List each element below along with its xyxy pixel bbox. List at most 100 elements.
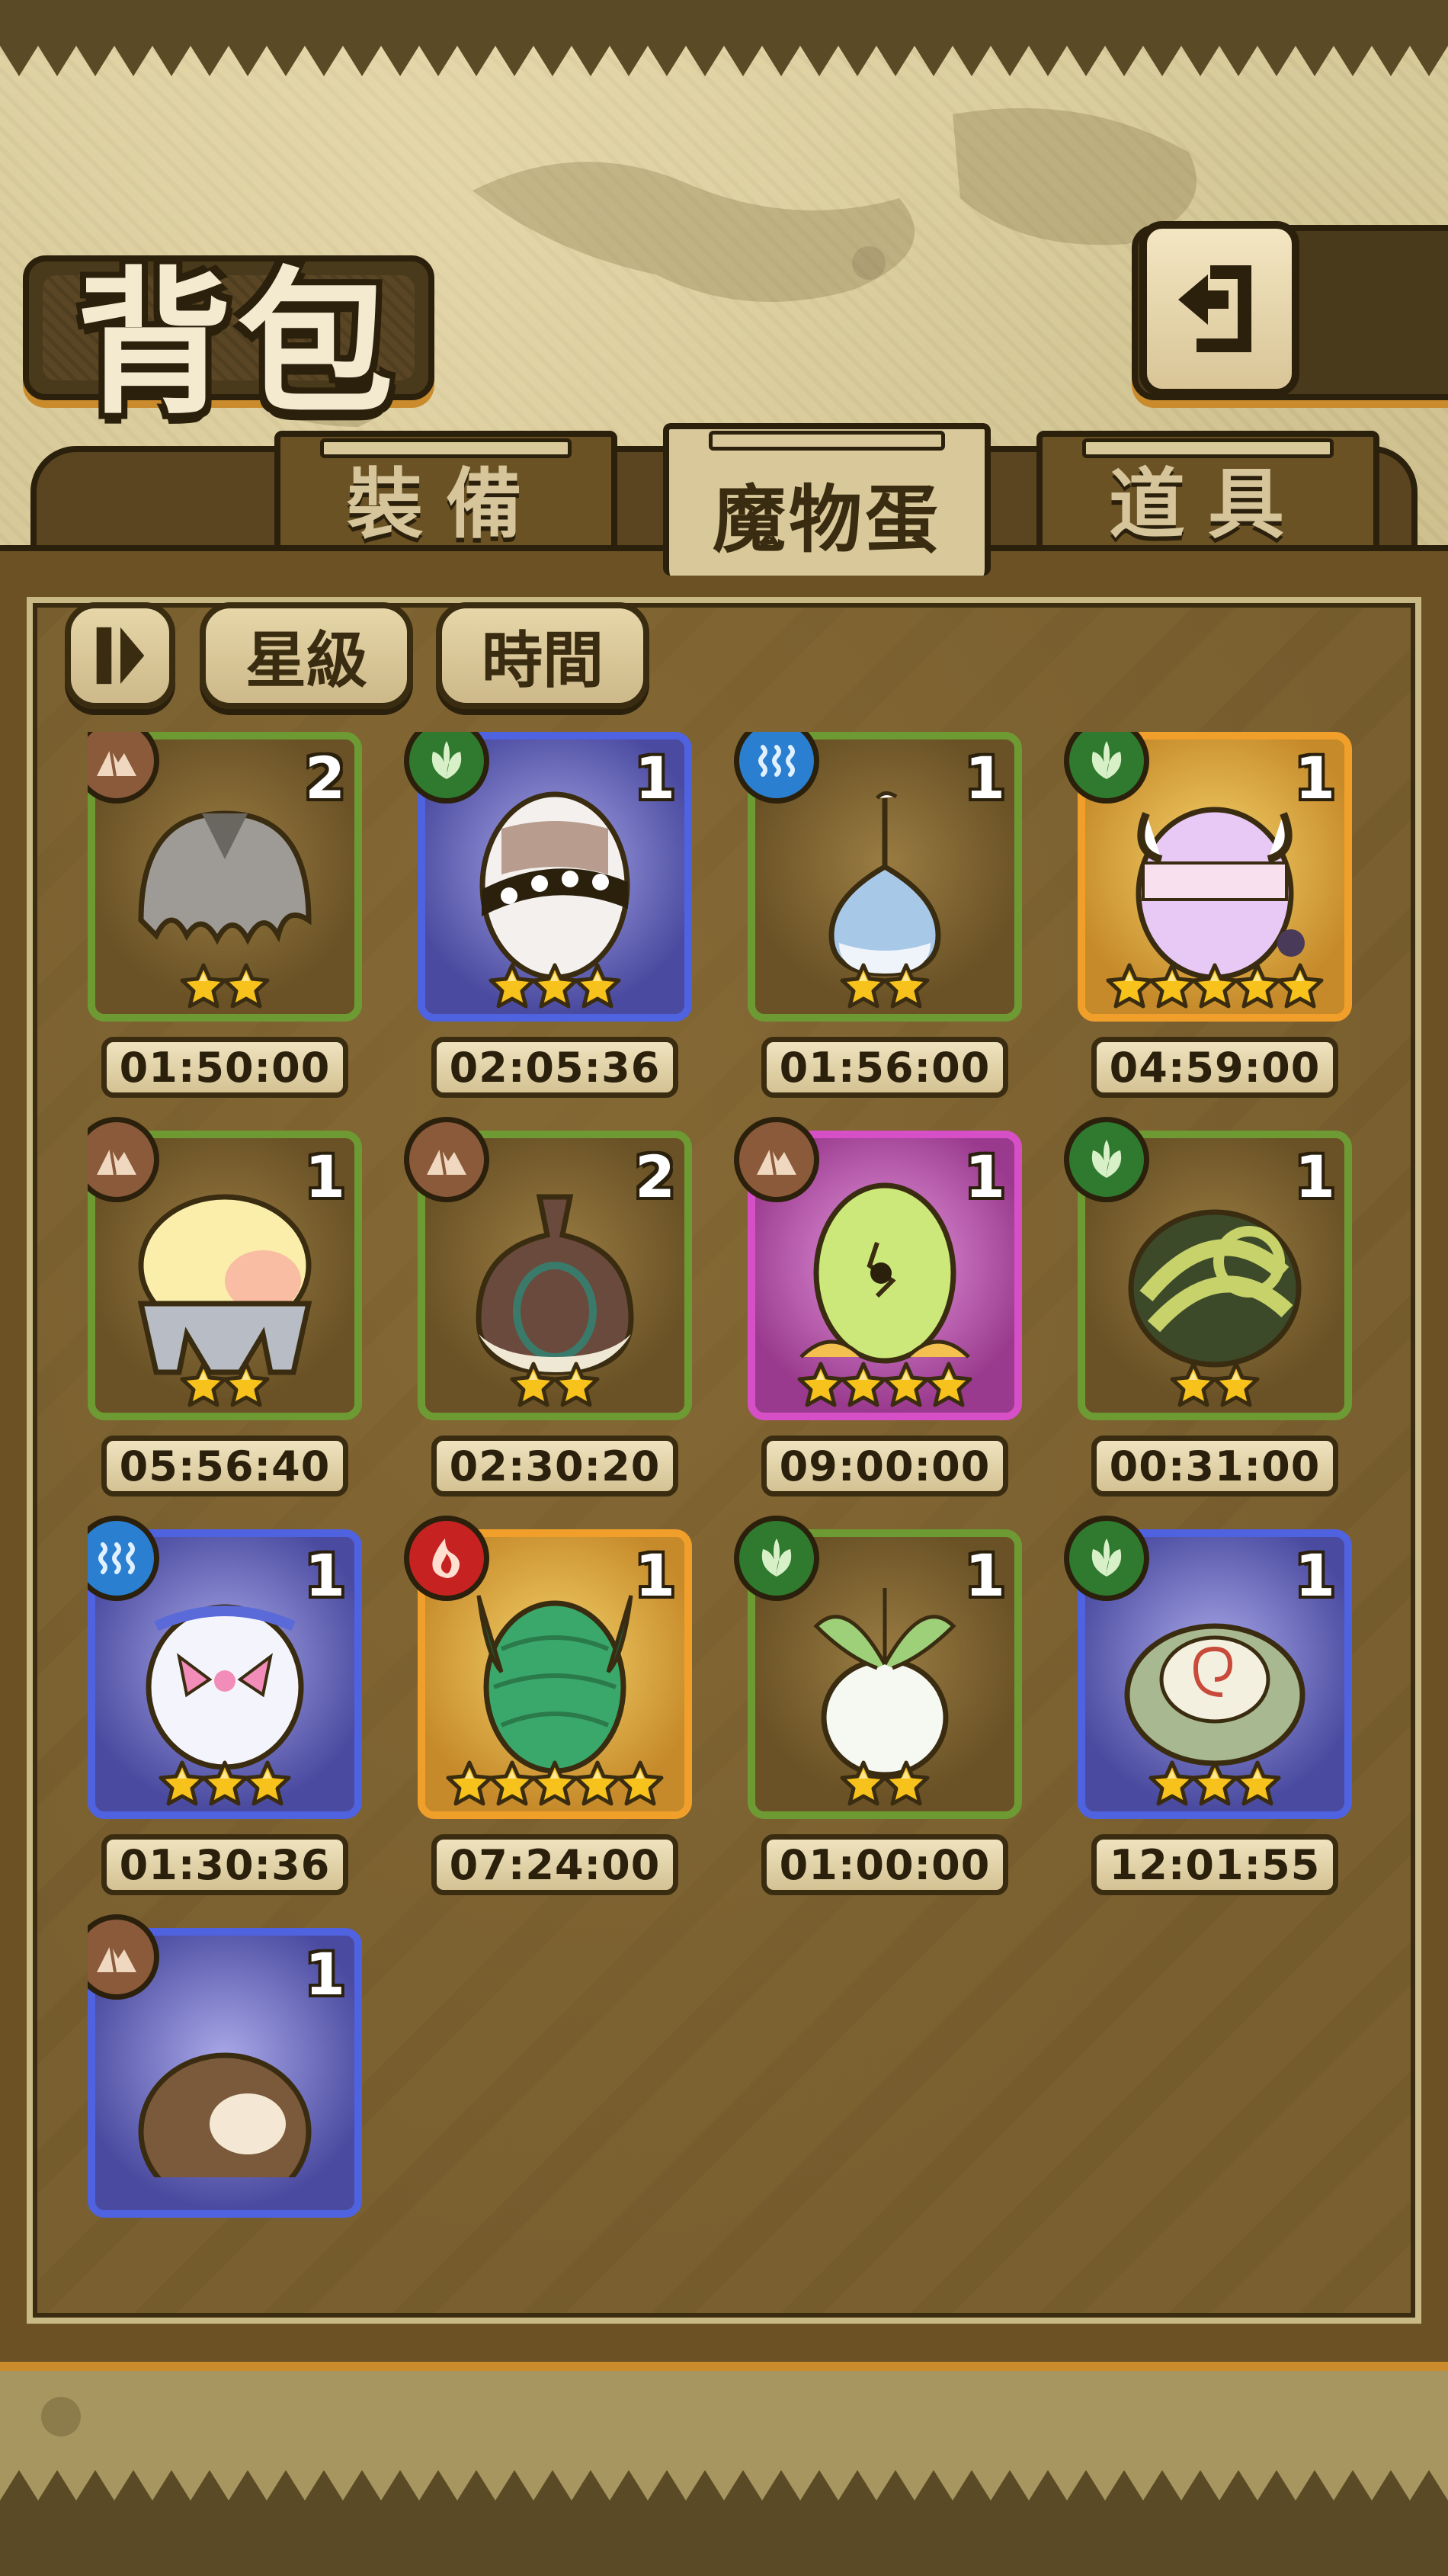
star-icon bbox=[1191, 963, 1238, 1009]
star-rating bbox=[1085, 1760, 1344, 1808]
star-icon bbox=[223, 963, 270, 1009]
egg-count: 1 bbox=[635, 744, 675, 812]
hatch-time-label: 02:05:36 bbox=[431, 1037, 678, 1098]
nature-element-icon bbox=[1091, 1140, 1122, 1178]
star-icon bbox=[797, 1362, 844, 1407]
snail-egg-icon bbox=[1128, 1209, 1302, 1368]
star-icon bbox=[489, 1760, 536, 1806]
tab-monster-eggs-label: 魔物蛋 bbox=[713, 476, 941, 563]
star-icon bbox=[223, 1362, 270, 1407]
element-badge bbox=[734, 1516, 819, 1601]
star-icon bbox=[446, 1760, 493, 1806]
egg-slot-studded-egg[interactable]: 1 02:05:36 bbox=[404, 732, 692, 1113]
egg-count: 2 bbox=[635, 1143, 675, 1211]
egg-slot-brown-bag-egg[interactable]: 2 02:30:20 bbox=[404, 1117, 692, 1512]
egg-slot-sailor-egg[interactable]: 1 01:30:36 bbox=[88, 1516, 362, 1910]
sort-by-time-button[interactable]: 時間 bbox=[436, 602, 649, 709]
egg-slot-water-drop-egg[interactable]: 1 01:56:00 bbox=[734, 732, 1022, 1113]
star-icon bbox=[1277, 963, 1324, 1009]
egg-grid: 04:20:0000:15:0000:36:4000:53:20201:50:0… bbox=[88, 732, 1368, 2261]
star-rating bbox=[95, 1361, 354, 1410]
sort-order-toggle-button[interactable] bbox=[65, 602, 175, 709]
tab-equipment-label: 裝備 bbox=[347, 459, 545, 549]
star-rating bbox=[425, 962, 684, 1011]
egg-slot-grey-fur-egg[interactable]: 2 01:50:00 bbox=[88, 732, 362, 1113]
hatch-time-label: 00:31:00 bbox=[1091, 1436, 1338, 1497]
star-icon bbox=[1106, 963, 1153, 1009]
star-icon bbox=[180, 963, 227, 1009]
nature-element-icon bbox=[431, 741, 462, 779]
water-drop-egg-icon bbox=[828, 791, 941, 977]
star-icon bbox=[1191, 1760, 1238, 1806]
star-icon bbox=[1148, 963, 1196, 1009]
hatch-time-label: 04:59:00 bbox=[1091, 1037, 1338, 1098]
hatch-time-label: 02:30:20 bbox=[431, 1436, 678, 1497]
egg-count: 1 bbox=[965, 744, 1005, 812]
star-icon bbox=[883, 1362, 930, 1407]
star-rating bbox=[425, 1760, 684, 1808]
star-icon bbox=[840, 1760, 887, 1806]
star-icon bbox=[553, 1362, 600, 1407]
back-arrow-icon bbox=[1178, 265, 1251, 352]
egg-slot-cracked-green-egg[interactable]: 1 09:00:00 bbox=[734, 1117, 1022, 1512]
back-button[interactable] bbox=[1139, 221, 1299, 396]
star-rating bbox=[425, 1361, 684, 1410]
star-icon bbox=[840, 963, 887, 1009]
earth-element-icon bbox=[97, 1147, 136, 1176]
star-rating bbox=[755, 1760, 1014, 1808]
egg-count: 1 bbox=[305, 1143, 345, 1211]
horned-egg-icon bbox=[1136, 807, 1305, 980]
egg-count: 1 bbox=[305, 1541, 345, 1609]
earth-element-icon bbox=[757, 1147, 796, 1176]
star-rating bbox=[755, 1361, 1014, 1410]
radish-egg-icon bbox=[813, 1588, 956, 1778]
egg-count: 1 bbox=[1295, 1143, 1335, 1211]
tab-items[interactable]: 道具 bbox=[1036, 431, 1379, 564]
egg-slot-horned-egg[interactable]: 1 04:59:00 bbox=[1064, 732, 1352, 1113]
sailor-egg-icon bbox=[146, 1604, 304, 1770]
star-icon bbox=[244, 1760, 291, 1806]
star-rating bbox=[95, 962, 354, 1011]
star-icon bbox=[510, 1362, 557, 1407]
star-icon bbox=[840, 1362, 887, 1407]
egg-slot-snail-egg[interactable]: 1 00:31:00 bbox=[1064, 1117, 1352, 1512]
star-icon bbox=[1170, 1362, 1217, 1407]
star-icon bbox=[201, 1760, 248, 1806]
sort-by-star-button[interactable]: 星級 bbox=[200, 602, 413, 709]
element-badge bbox=[404, 1516, 489, 1601]
monkey-egg-icon bbox=[138, 2052, 312, 2178]
star-icon bbox=[159, 1760, 206, 1806]
hatch-time-label: 01:00:00 bbox=[761, 1834, 1008, 1895]
hatch-time-label: 01:30:36 bbox=[101, 1834, 348, 1895]
earth-element-icon bbox=[97, 748, 136, 777]
hatch-time-label: 05:56:40 bbox=[101, 1436, 348, 1497]
star-icon bbox=[180, 1362, 227, 1407]
egg-slot-monkey-egg[interactable]: 1 bbox=[88, 1914, 362, 2261]
tab-items-label: 道具 bbox=[1109, 459, 1307, 549]
element-badge bbox=[734, 1117, 819, 1202]
earth-element-icon bbox=[427, 1147, 466, 1176]
egg-slot-dragon-egg[interactable]: 1 07:24:00 bbox=[404, 1516, 692, 1910]
element-badge bbox=[404, 1117, 489, 1202]
swirl-egg-icon bbox=[1124, 1623, 1305, 1766]
star-icon bbox=[617, 1760, 664, 1806]
star-icon bbox=[1148, 1760, 1196, 1806]
page-title: 背包 bbox=[76, 252, 398, 435]
star-rating bbox=[95, 1760, 354, 1808]
star-rating bbox=[1085, 962, 1344, 1011]
egg-slot-swirl-egg[interactable]: 1 12:01:55 bbox=[1064, 1516, 1352, 1910]
hatch-time-label: 01:56:00 bbox=[761, 1037, 1008, 1098]
earth-element-icon bbox=[97, 1944, 136, 1973]
star-icon bbox=[883, 963, 930, 1009]
tab-equipment[interactable]: 裝備 bbox=[274, 431, 617, 564]
egg-slot-radish-egg[interactable]: 1 01:00:00 bbox=[734, 1516, 1022, 1910]
egg-count: 1 bbox=[965, 1143, 1005, 1211]
star-icon bbox=[489, 963, 536, 1009]
sort-toggle-icon bbox=[96, 627, 144, 685]
egg-slot-cream-egg[interactable]: 1 05:56:40 bbox=[88, 1117, 362, 1512]
star-icon bbox=[1234, 963, 1281, 1009]
star-icon bbox=[883, 1760, 930, 1806]
tab-monster-eggs[interactable]: 魔物蛋 bbox=[663, 423, 991, 576]
egg-count: 1 bbox=[305, 1940, 345, 2008]
egg-count: 1 bbox=[1295, 744, 1335, 812]
